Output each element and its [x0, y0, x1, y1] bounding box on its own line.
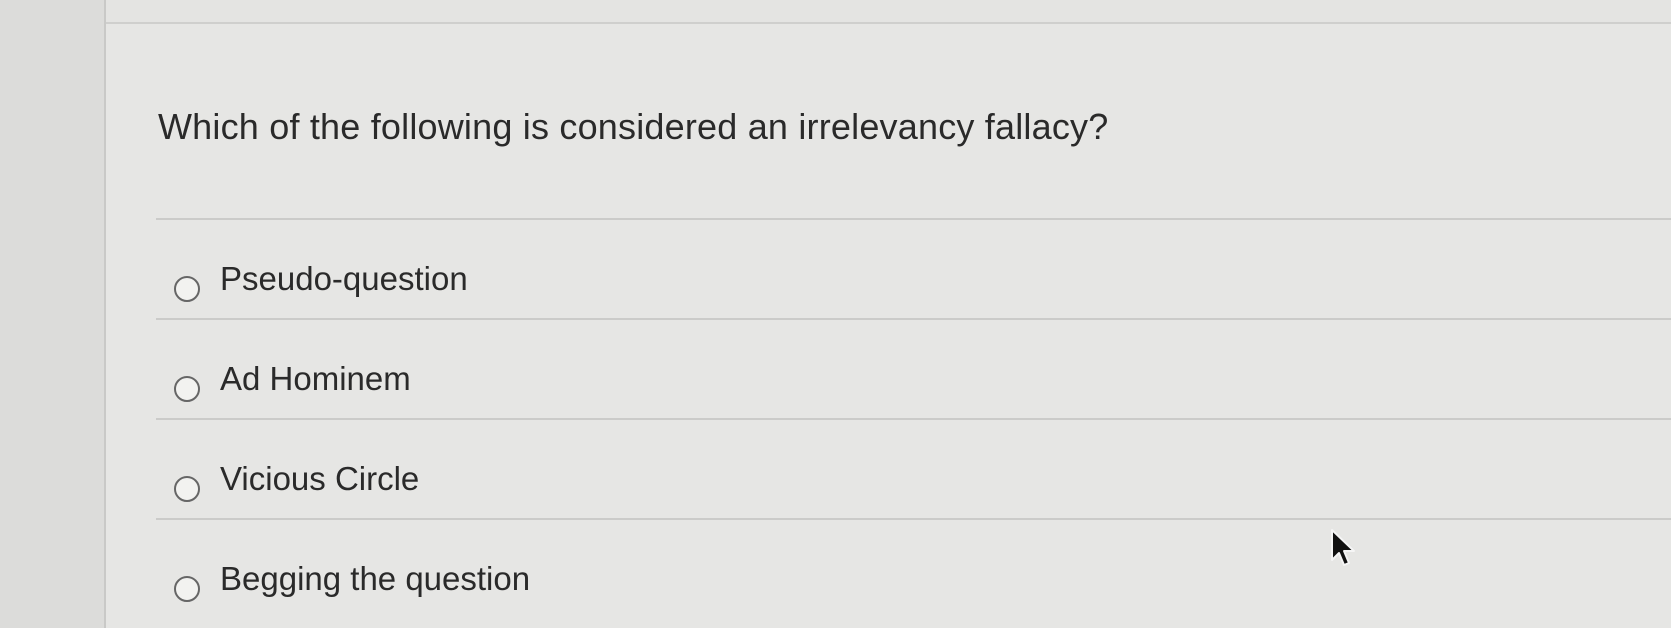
answer-list: Pseudo-question Ad Hominem Vicious Circl… — [156, 218, 1671, 618]
answer-label[interactable]: Pseudo-question — [220, 260, 468, 298]
answer-option-vicious-circle[interactable]: Vicious Circle — [156, 418, 1671, 518]
radio-unselected-icon[interactable] — [174, 476, 200, 502]
mouse-pointer-icon — [1331, 529, 1355, 566]
radio-unselected-icon[interactable] — [174, 576, 200, 602]
question-card: Which of the following is considered an … — [106, 22, 1671, 628]
radio-unselected-icon[interactable] — [174, 376, 200, 402]
answer-label[interactable]: Ad Hominem — [220, 360, 411, 398]
radio-unselected-icon[interactable] — [174, 276, 200, 302]
answer-label[interactable]: Vicious Circle — [220, 460, 419, 498]
answer-label[interactable]: Begging the question — [220, 560, 530, 598]
quiz-page: Which of the following is considered an … — [0, 0, 1671, 628]
answer-option-pseudo-question[interactable]: Pseudo-question — [156, 218, 1671, 318]
answer-option-ad-hominem[interactable]: Ad Hominem — [156, 318, 1671, 418]
left-margin — [0, 0, 106, 628]
question-text: Which of the following is considered an … — [158, 106, 1109, 147]
answer-option-begging-the-question[interactable]: Begging the question — [156, 518, 1671, 618]
